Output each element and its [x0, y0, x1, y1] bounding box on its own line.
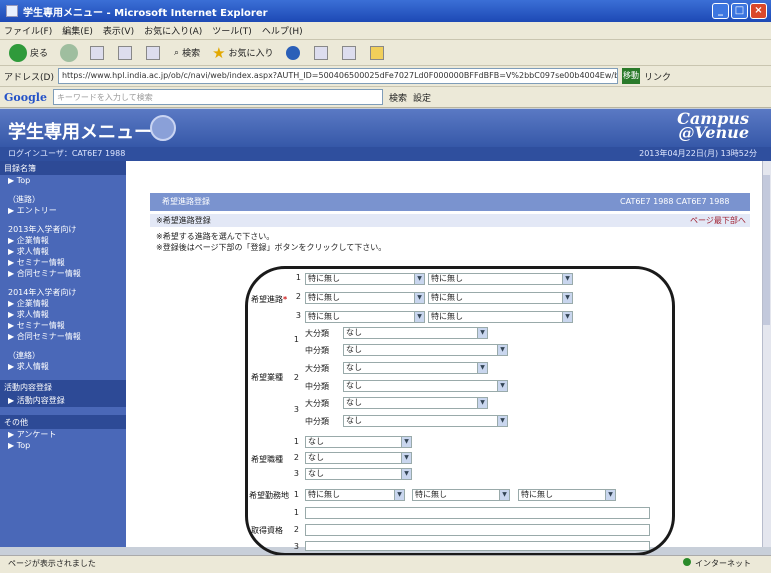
instruction-note: ※希望する進路を選んで下さい。: [156, 232, 275, 241]
google-settings[interactable]: 設定: [413, 91, 431, 104]
scrollbar-thumb[interactable]: [763, 175, 770, 325]
sidebar-item-entry[interactable]: ▶ エントリー: [0, 205, 126, 216]
app-title: 学生専用メニュー: [8, 122, 152, 143]
page-bottom-link[interactable]: ページ最下部へ: [690, 214, 746, 227]
google-search-button[interactable]: 検索: [389, 91, 407, 104]
google-toolbar: Google キーワードを入力して検索 検索 設定: [0, 87, 771, 108]
google-logo: Google: [4, 90, 47, 104]
go-button[interactable]: 移動: [621, 68, 640, 84]
sidebar-item-joint-seminar[interactable]: ▶ 合同セミナー情報: [0, 331, 126, 342]
sidebar-group-title: 2013年入学者向け: [8, 225, 77, 234]
maximize-button[interactable]: □: [731, 3, 748, 19]
sidebar-item-company[interactable]: ▶ 企業情報: [0, 235, 126, 246]
title-bar: 学生専用メニュー - Microsoft Internet Explorer _…: [0, 0, 771, 22]
menu-favorites[interactable]: お気に入り(A): [144, 24, 202, 37]
links-label[interactable]: リンク: [644, 70, 671, 83]
sidebar-group-title: （連絡）: [8, 351, 40, 360]
highlight-outline: [245, 266, 675, 556]
instruction-note: ※登録後はページ下部の「登録」ボタンをクリックして下さい。: [156, 243, 387, 252]
sidebar-header: 活動内容登録: [0, 380, 126, 394]
home-icon: [146, 45, 161, 60]
status-zone: インターネット: [683, 555, 751, 572]
google-search-input[interactable]: キーワードを入力して検索: [52, 89, 383, 105]
search-icon: ⌕: [174, 47, 180, 58]
toolbar: 戻る ⌕ 検索 ★ お気に入り: [0, 40, 771, 66]
address-bar: アドレス(D) https://www.hpl.india.ac.jp/ob/c…: [0, 66, 771, 87]
refresh-button[interactable]: [115, 43, 137, 63]
panel-user: CAT6E7 1988 CAT6E7 1988: [620, 197, 730, 206]
menu-view[interactable]: 表示(V): [103, 24, 134, 37]
sidebar-item-jobs[interactable]: ▶ 求人情報: [0, 361, 126, 372]
refresh-icon: [118, 45, 133, 60]
print-icon: [341, 45, 356, 60]
current-date: 2013年04月22日(月) 13時52分: [639, 149, 757, 158]
menu-tools[interactable]: ツール(T): [212, 24, 252, 37]
folder-button[interactable]: [367, 43, 389, 63]
sidebar-item-top[interactable]: ▶ Top: [0, 175, 126, 186]
app-badge-icon: [150, 115, 176, 141]
address-input[interactable]: https://www.hpl.india.ac.jp/ob/c/navi/we…: [57, 68, 618, 84]
sidebar-group-title: 2014年入学者向け: [8, 288, 77, 297]
sidebar-item-activity[interactable]: ▶ 活動内容登録: [0, 394, 126, 407]
menu-edit[interactable]: 編集(E): [62, 24, 93, 37]
sidebar-item-company[interactable]: ▶ 企業情報: [0, 298, 126, 309]
address-label: アドレス(D): [4, 72, 54, 83]
sidebar-header: その他: [0, 415, 126, 429]
sidebar-header: 目録名簿: [0, 161, 126, 175]
menu-file[interactable]: ファイル(F): [4, 24, 52, 37]
print-button[interactable]: [339, 43, 361, 63]
stop-icon: [90, 45, 105, 60]
minimize-button[interactable]: _: [712, 3, 729, 19]
status-bar: ページが表示されました: [0, 555, 771, 573]
ie-icon: [6, 5, 18, 17]
menu-bar: ファイル(F) 編集(E) 表示(V) お気に入り(A) ツール(T) ヘルプ(…: [0, 22, 771, 40]
back-arrow-icon: [9, 43, 27, 62]
back-button[interactable]: 戻る: [6, 43, 51, 63]
sidebar-item-survey[interactable]: ▶ アンケート: [0, 429, 126, 440]
sidebar-item-seminar[interactable]: ▶ セミナー情報: [0, 257, 126, 268]
forward-arrow-icon: [60, 43, 79, 62]
section-title: ※希望進路登録: [150, 214, 750, 227]
sidebar-item-jobs[interactable]: ▶ 求人情報: [0, 246, 126, 257]
sidebar-item-jobs[interactable]: ▶ 求人情報: [0, 309, 126, 320]
forward-button[interactable]: [57, 43, 81, 63]
campus-venue-logo: Campus @Venue: [677, 109, 749, 142]
search-button[interactable]: ⌕ 検索: [171, 43, 203, 63]
favorites-button[interactable]: ★ お気に入り: [209, 43, 276, 63]
sidebar-label: （進路）: [8, 195, 40, 204]
media-icon: [285, 45, 300, 60]
menu-help[interactable]: ヘルプ(H): [262, 24, 303, 37]
sidebar: 目録名簿 ▶ Top （進路） ▶ エントリー 2013年入学者向け ▶ 企業情…: [0, 161, 126, 547]
home-button[interactable]: [143, 43, 165, 63]
stop-button[interactable]: [87, 43, 109, 63]
folder-icon: [369, 45, 384, 60]
sidebar-item-top[interactable]: ▶ Top: [0, 440, 126, 451]
sidebar-item-joint-seminar[interactable]: ▶ 合同セミナー情報: [0, 268, 126, 279]
star-icon: ★: [212, 43, 226, 62]
mail-icon: [313, 45, 328, 60]
sidebar-item-seminar[interactable]: ▶ セミナー情報: [0, 320, 126, 331]
close-button[interactable]: ×: [750, 3, 767, 19]
window-title: 学生専用メニュー - Microsoft Internet Explorer: [23, 7, 268, 19]
media-button[interactable]: [283, 43, 305, 63]
mail-button[interactable]: [311, 43, 333, 63]
internet-zone-icon: [683, 558, 691, 566]
